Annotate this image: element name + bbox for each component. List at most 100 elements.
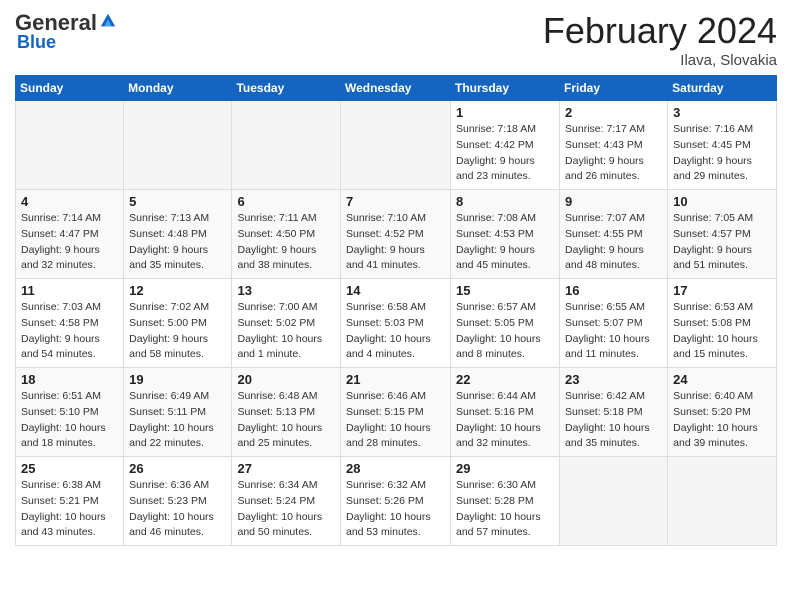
day-number: 9 [565, 194, 662, 209]
day-number: 5 [129, 194, 226, 209]
day-number: 12 [129, 283, 226, 298]
title-area: February 2024 Ilava, Slovakia [543, 10, 777, 69]
day-cell: 6 Sunrise: 7:11 AM Sunset: 4:50 PM Daylig… [232, 190, 341, 279]
day-cell [124, 101, 232, 190]
day-cell: 26 Sunrise: 6:36 AM Sunset: 5:23 PM Dayli… [124, 457, 232, 546]
day-detail: Sunrise: 6:42 AM Sunset: 5:18 PM Dayligh… [565, 389, 662, 452]
day-number: 29 [456, 461, 554, 476]
day-detail: Sunrise: 6:32 AM Sunset: 5:26 PM Dayligh… [346, 478, 445, 541]
day-detail: Sunrise: 7:03 AM Sunset: 4:58 PM Dayligh… [21, 300, 118, 363]
day-cell [341, 101, 451, 190]
day-detail: Sunrise: 6:38 AM Sunset: 5:21 PM Dayligh… [21, 478, 118, 541]
day-cell: 5 Sunrise: 7:13 AM Sunset: 4:48 PM Daylig… [124, 190, 232, 279]
day-cell: 24 Sunrise: 6:40 AM Sunset: 5:20 PM Dayli… [668, 368, 777, 457]
day-cell: 21 Sunrise: 6:46 AM Sunset: 5:15 PM Dayli… [341, 368, 451, 457]
week-row-4: 18 Sunrise: 6:51 AM Sunset: 5:10 PM Dayli… [16, 368, 777, 457]
header-friday: Friday [560, 76, 668, 101]
calendar-table: SundayMondayTuesdayWednesdayThursdayFrid… [15, 75, 777, 546]
day-detail: Sunrise: 6:53 AM Sunset: 5:08 PM Dayligh… [673, 300, 771, 363]
day-number: 17 [673, 283, 771, 298]
day-detail: Sunrise: 7:07 AM Sunset: 4:55 PM Dayligh… [565, 211, 662, 274]
day-detail: Sunrise: 6:55 AM Sunset: 5:07 PM Dayligh… [565, 300, 662, 363]
day-cell: 11 Sunrise: 7:03 AM Sunset: 4:58 PM Dayli… [16, 279, 124, 368]
day-cell: 29 Sunrise: 6:30 AM Sunset: 5:28 PM Dayli… [451, 457, 560, 546]
day-number: 7 [346, 194, 445, 209]
day-number: 13 [237, 283, 335, 298]
day-number: 16 [565, 283, 662, 298]
day-detail: Sunrise: 6:57 AM Sunset: 5:05 PM Dayligh… [456, 300, 554, 363]
day-number: 26 [129, 461, 226, 476]
day-number: 21 [346, 372, 445, 387]
day-number: 15 [456, 283, 554, 298]
day-detail: Sunrise: 6:40 AM Sunset: 5:20 PM Dayligh… [673, 389, 771, 452]
day-number: 24 [673, 372, 771, 387]
header-thursday: Thursday [451, 76, 560, 101]
day-detail: Sunrise: 6:51 AM Sunset: 5:10 PM Dayligh… [21, 389, 118, 452]
day-detail: Sunrise: 6:48 AM Sunset: 5:13 PM Dayligh… [237, 389, 335, 452]
day-detail: Sunrise: 7:13 AM Sunset: 4:48 PM Dayligh… [129, 211, 226, 274]
day-cell [560, 457, 668, 546]
day-number: 3 [673, 105, 771, 120]
day-number: 6 [237, 194, 335, 209]
header-monday: Monday [124, 76, 232, 101]
day-cell: 1Sunrise: 7:18 AM Sunset: 4:42 PM Daylig… [451, 101, 560, 190]
day-detail: Sunrise: 6:36 AM Sunset: 5:23 PM Dayligh… [129, 478, 226, 541]
day-cell: 16 Sunrise: 6:55 AM Sunset: 5:07 PM Dayli… [560, 279, 668, 368]
day-number: 11 [21, 283, 118, 298]
day-number: 23 [565, 372, 662, 387]
week-row-2: 4Sunrise: 7:14 AM Sunset: 4:47 PM Daylig… [16, 190, 777, 279]
day-number: 19 [129, 372, 226, 387]
day-cell [16, 101, 124, 190]
day-cell: 12 Sunrise: 7:02 AM Sunset: 5:00 PM Dayli… [124, 279, 232, 368]
day-cell: 14 Sunrise: 6:58 AM Sunset: 5:03 PM Dayli… [341, 279, 451, 368]
location: Ilava, Slovakia [543, 52, 777, 69]
day-cell: 15 Sunrise: 6:57 AM Sunset: 5:05 PM Dayli… [451, 279, 560, 368]
day-cell: 9 Sunrise: 7:07 AM Sunset: 4:55 PM Daylig… [560, 190, 668, 279]
logo-blue: Blue [17, 32, 56, 53]
day-detail: Sunrise: 6:46 AM Sunset: 5:15 PM Dayligh… [346, 389, 445, 452]
day-detail: Sunrise: 7:10 AM Sunset: 4:52 PM Dayligh… [346, 211, 445, 274]
day-cell: 18 Sunrise: 6:51 AM Sunset: 5:10 PM Dayli… [16, 368, 124, 457]
day-detail: Sunrise: 7:02 AM Sunset: 5:00 PM Dayligh… [129, 300, 226, 363]
day-detail: Sunrise: 7:08 AM Sunset: 4:53 PM Dayligh… [456, 211, 554, 274]
logo-icon [99, 12, 117, 30]
day-detail: Sunrise: 6:58 AM Sunset: 5:03 PM Dayligh… [346, 300, 445, 363]
day-detail: Sunrise: 7:17 AM Sunset: 4:43 PM Dayligh… [565, 122, 662, 185]
day-cell: 3 Sunrise: 7:16 AM Sunset: 4:45 PM Daylig… [668, 101, 777, 190]
day-detail: Sunrise: 6:44 AM Sunset: 5:16 PM Dayligh… [456, 389, 554, 452]
day-cell: 20Sunrise: 6:48 AM Sunset: 5:13 PM Dayli… [232, 368, 341, 457]
day-number: 2 [565, 105, 662, 120]
header-saturday: Saturday [668, 76, 777, 101]
day-number: 28 [346, 461, 445, 476]
day-cell [232, 101, 341, 190]
header-tuesday: Tuesday [232, 76, 341, 101]
day-number: 22 [456, 372, 554, 387]
day-cell: 13 Sunrise: 7:00 AM Sunset: 5:02 PM Dayli… [232, 279, 341, 368]
calendar-body: 1Sunrise: 7:18 AM Sunset: 4:42 PM Daylig… [16, 101, 777, 546]
day-cell: 2 Sunrise: 7:17 AM Sunset: 4:43 PM Daylig… [560, 101, 668, 190]
header-wednesday: Wednesday [341, 76, 451, 101]
day-cell: 25Sunrise: 6:38 AM Sunset: 5:21 PM Dayli… [16, 457, 124, 546]
day-detail: Sunrise: 7:11 AM Sunset: 4:50 PM Dayligh… [237, 211, 335, 274]
day-detail: Sunrise: 6:30 AM Sunset: 5:28 PM Dayligh… [456, 478, 554, 541]
page-header: General Blue February 2024 Ilava, Slovak… [15, 10, 777, 69]
day-detail: Sunrise: 7:16 AM Sunset: 4:45 PM Dayligh… [673, 122, 771, 185]
day-cell: 27 Sunrise: 6:34 AM Sunset: 5:24 PM Dayli… [232, 457, 341, 546]
day-cell [668, 457, 777, 546]
day-number: 14 [346, 283, 445, 298]
calendar-header-row: SundayMondayTuesdayWednesdayThursdayFrid… [16, 76, 777, 101]
day-cell: 28 Sunrise: 6:32 AM Sunset: 5:26 PM Dayli… [341, 457, 451, 546]
day-cell: 7 Sunrise: 7:10 AM Sunset: 4:52 PM Daylig… [341, 190, 451, 279]
day-cell: 23 Sunrise: 6:42 AM Sunset: 5:18 PM Dayli… [560, 368, 668, 457]
week-row-1: 1Sunrise: 7:18 AM Sunset: 4:42 PM Daylig… [16, 101, 777, 190]
day-detail: Sunrise: 6:34 AM Sunset: 5:24 PM Dayligh… [237, 478, 335, 541]
day-number: 18 [21, 372, 118, 387]
day-cell: 8Sunrise: 7:08 AM Sunset: 4:53 PM Daylig… [451, 190, 560, 279]
day-number: 27 [237, 461, 335, 476]
day-cell: 22 Sunrise: 6:44 AM Sunset: 5:16 PM Dayli… [451, 368, 560, 457]
day-number: 1 [456, 105, 554, 120]
day-detail: Sunrise: 7:00 AM Sunset: 5:02 PM Dayligh… [237, 300, 335, 363]
day-cell: 19Sunrise: 6:49 AM Sunset: 5:11 PM Dayli… [124, 368, 232, 457]
day-cell: 10Sunrise: 7:05 AM Sunset: 4:57 PM Dayli… [668, 190, 777, 279]
week-row-3: 11 Sunrise: 7:03 AM Sunset: 4:58 PM Dayli… [16, 279, 777, 368]
